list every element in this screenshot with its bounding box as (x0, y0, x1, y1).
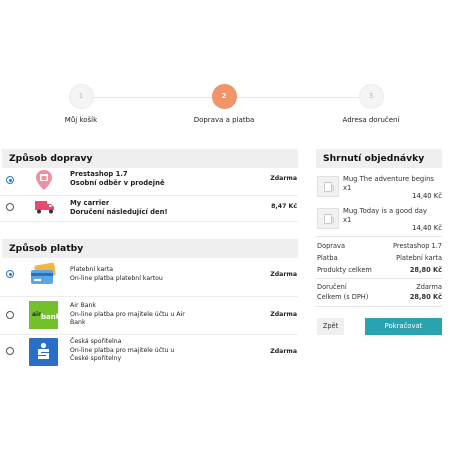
summary-label: Produkty celkem (317, 266, 372, 274)
payment-section-title: Způsob platby (2, 239, 298, 258)
item-name: Mug The adventure begins (343, 175, 434, 183)
summary-label: Celkem (s DPH) (317, 293, 369, 301)
step-label: Můj košík (64, 116, 98, 124)
payment-option-card[interactable]: Platební karta On-line platba platební k… (0, 260, 298, 296)
step-number: 2 (211, 84, 237, 109)
divider (316, 278, 442, 279)
shipping-radio-prestashop[interactable] (6, 176, 14, 184)
truck-icon (34, 199, 56, 215)
payment-name: Česká spořitelna (70, 338, 122, 345)
summary-item: Mug The adventure begins x1 14,40 Kč (316, 175, 442, 203)
item-price: 14,40 Kč (412, 192, 442, 200)
product-thumbnail (317, 176, 339, 197)
shipping-section-title: Způsob dopravy (2, 149, 298, 168)
summary-item: Mug Today is a good day x1 14,40 Kč (316, 207, 442, 235)
ceska-sporitelna-logo (29, 338, 58, 366)
product-thumbnail (317, 208, 339, 229)
payment-price: Zdarma (270, 311, 297, 318)
payment-radio-card[interactable] (6, 270, 14, 278)
shipping-name: My carrier (70, 199, 110, 207)
summary-label: Platba (317, 254, 338, 262)
shipping-radio-my-carrier[interactable] (6, 203, 14, 211)
checkout-stepper: 1 Můj košík 2 Doprava a platba 3 Adresa … (0, 84, 450, 134)
shipping-option-my-carrier[interactable]: My carrier Doručení následující den! 8,4… (0, 196, 298, 220)
summary-line-products-total: Produkty celkem 28,80 Kč (317, 266, 442, 276)
payment-radio-air-bank[interactable] (6, 311, 14, 319)
shipping-option-prestashop[interactable]: Prestashop 1.7 Osobní odběr v prodejně Z… (0, 168, 298, 196)
payment-price: Zdarma (270, 348, 297, 355)
summary-label: Doprava (317, 242, 345, 250)
payment-price: Zdarma (270, 271, 297, 278)
map-pin-icon (34, 169, 54, 191)
step-number: 3 (358, 84, 384, 109)
summary-value: Platební karta (396, 254, 442, 262)
payment-option-ceska-sporitelna[interactable]: Česká spořitelna On-line platba pro maji… (0, 335, 298, 369)
summary-line-shipping: Doprava Prestashop 1.7 (317, 242, 442, 252)
air-bank-logo-text: air (32, 311, 42, 318)
air-bank-logo: air bank (29, 301, 61, 329)
shipping-desc: Doručení následující den! (70, 207, 168, 216)
summary-line-payment: Platba Platební karta (317, 254, 442, 264)
shipping-name: Prestashop 1.7 (70, 170, 128, 178)
summary-title: Shrnutí objednávky (316, 149, 442, 168)
step-shipping-payment[interactable]: 2 Doprava a platba (169, 84, 279, 124)
payment-option-air-bank[interactable]: air bank Air Bank On-line platba pro maj… (0, 297, 298, 334)
item-name: Mug Today is a good day (343, 207, 427, 215)
summary-line-grand-total: Celkem (s DPH) 28,80 Kč (317, 293, 442, 303)
summary-value: Zdarma (416, 283, 442, 291)
payment-desc: Bank (70, 319, 86, 327)
continue-button[interactable]: Pokračovat (365, 318, 442, 335)
summary-label: Doručení (317, 283, 347, 291)
step-label: Doprava a platba (193, 116, 255, 124)
item-price: 14,40 Kč (412, 224, 442, 232)
step-delivery-address[interactable]: 3 Adresa doručení (316, 84, 426, 124)
payment-desc: On-line platba pro majitele účtu u Air (70, 310, 185, 318)
summary-line-delivery: Doručení Zdarma (317, 283, 442, 293)
summary-value: Prestashop 1.7 (393, 242, 442, 250)
credit-card-icon (29, 262, 57, 288)
shipping-desc: Osobní odběr v prodejně (70, 178, 165, 187)
payment-desc: On-line platba pro majitele účtu u (70, 346, 175, 354)
payment-name: Air Bank (70, 302, 97, 309)
payment-name: Platební karta (70, 266, 114, 273)
summary-value: 28,80 Kč (409, 266, 442, 274)
divider (316, 306, 442, 307)
step-label: Adresa doručení (342, 116, 400, 124)
air-bank-logo-text: bank (41, 313, 61, 321)
payment-desc: On-line platba platební kartou (70, 274, 163, 282)
divider (0, 221, 298, 222)
divider (316, 236, 442, 237)
shipping-price: 8,47 Kč (271, 203, 297, 210)
payment-desc: České spořitelny (70, 355, 122, 363)
shipping-price: Zdarma (270, 175, 297, 182)
payment-radio-ceska-sporitelna[interactable] (6, 347, 14, 355)
summary-value: 28,80 Kč (409, 293, 442, 301)
step-cart[interactable]: 1 Můj košík (26, 84, 136, 124)
step-number: 1 (68, 84, 94, 109)
back-button[interactable]: Zpět (317, 318, 344, 335)
